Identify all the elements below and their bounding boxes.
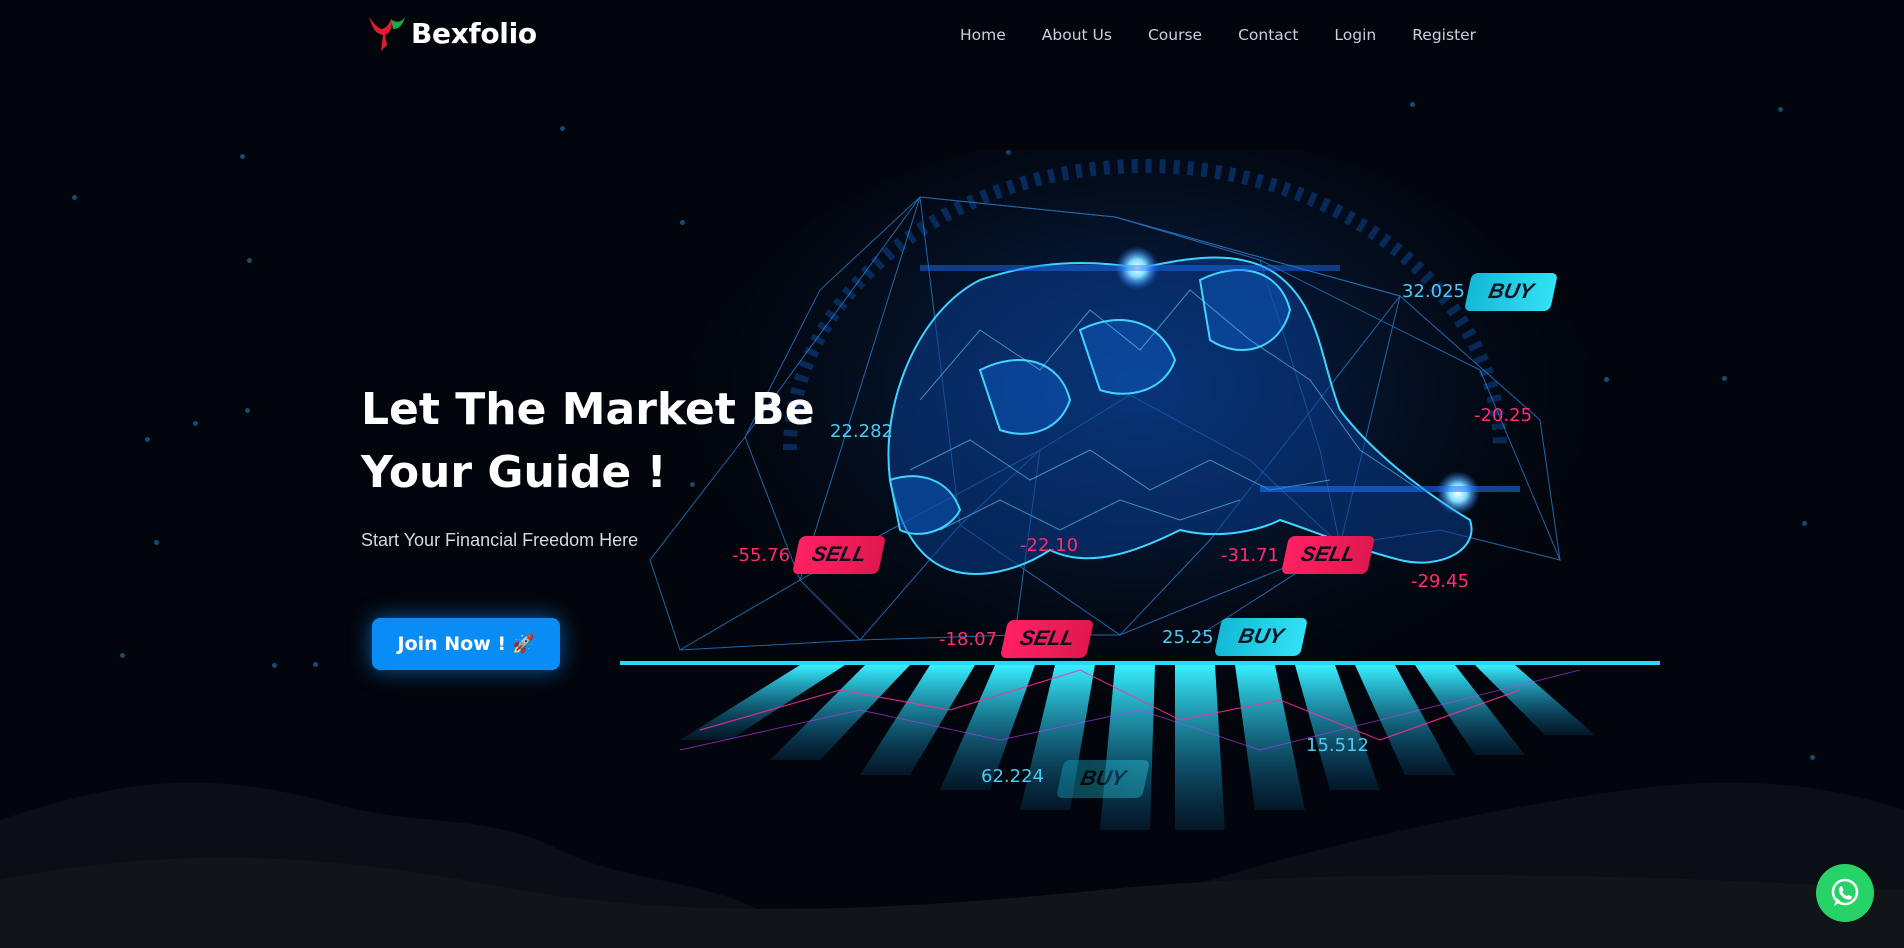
nav-contact[interactable]: Contact xyxy=(1238,26,1298,44)
sell-badge: SELL xyxy=(999,620,1095,658)
buy-badge: BUY xyxy=(1463,273,1559,311)
whatsapp-button[interactable] xyxy=(1816,864,1874,922)
brand-logo[interactable]: Bexfolio xyxy=(365,11,537,55)
sell-badge: SELL xyxy=(1280,536,1376,574)
nav-home[interactable]: Home xyxy=(960,26,1006,44)
hero-title-line-2: Your Guide ! xyxy=(361,447,667,498)
brand-name: Bexfolio xyxy=(411,16,537,50)
nav-register[interactable]: Register xyxy=(1412,26,1476,44)
join-now-button[interactable]: Join Now ! 🚀 xyxy=(372,618,560,670)
buy-badge: BUY xyxy=(1213,618,1309,656)
price-tag: -31.71 xyxy=(1221,545,1280,566)
whatsapp-icon xyxy=(1831,878,1859,906)
price-tag: -55.76 xyxy=(732,545,791,566)
hero-subtitle: Start Your Financial Freedom Here xyxy=(361,530,639,550)
nav-course[interactable]: Course xyxy=(1148,26,1202,44)
price-tag: -20.25 xyxy=(1474,405,1533,426)
nav-login[interactable]: Login xyxy=(1334,26,1376,44)
join-now-label: Join Now ! xyxy=(397,633,507,655)
price-tag: -29.45 xyxy=(1411,571,1470,592)
price-tag: -22.10 xyxy=(1020,535,1079,556)
nav-about-us[interactable]: About Us xyxy=(1042,26,1112,44)
sell-badge: SELL xyxy=(791,536,887,574)
price-tag: 32.025 xyxy=(1402,281,1465,302)
site-header: Bexfolio Home About Us Course Contact Lo… xyxy=(0,0,1904,72)
main-nav: Home About Us Course Contact Login Regis… xyxy=(960,26,1476,44)
rocket-icon: 🚀 xyxy=(512,633,535,655)
bull-logo-icon xyxy=(369,17,405,51)
hero-title-line-1: Let The Market Be xyxy=(361,384,815,435)
price-tag: -18.07 xyxy=(939,629,998,650)
hero-title: Let The Market Be Your Guide ! xyxy=(361,378,841,504)
hills-background xyxy=(0,782,1904,948)
price-tag: 25.25 xyxy=(1162,627,1214,648)
